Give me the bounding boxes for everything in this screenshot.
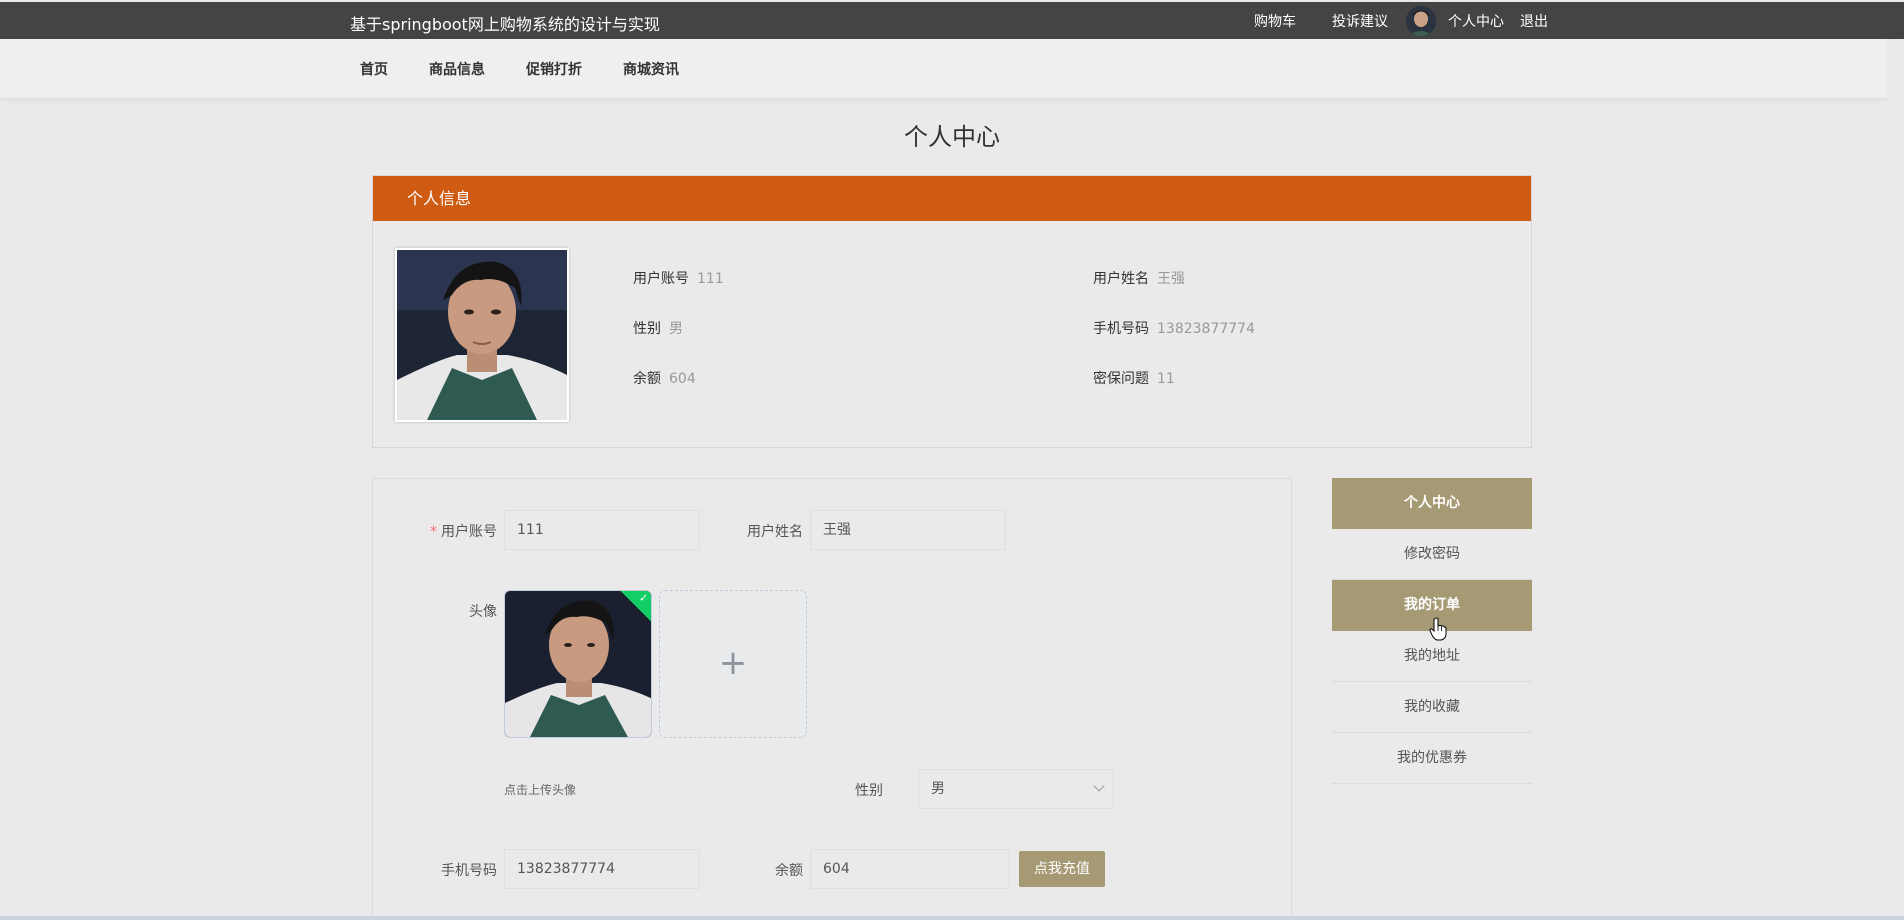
nav-item-home[interactable]: 首页	[360, 59, 388, 79]
uploaded-avatar-thumbnail[interactable]: ✓	[504, 590, 652, 738]
nav-item-promotions[interactable]: 促销打折	[526, 59, 582, 79]
info-account: 用户账号 111	[633, 271, 724, 287]
info-balance: 余额 604	[633, 371, 696, 387]
recharge-button[interactable]: 点我充值	[1019, 851, 1105, 887]
nav-item-news[interactable]: 商城资讯	[623, 59, 679, 79]
site-title: 基于springboot网上购物系统的设计与实现	[350, 15, 660, 34]
phone-input[interactable]: 13823877774	[504, 849, 700, 889]
info-card-heading: 个人信息	[373, 176, 1531, 221]
gender-field-label: 性别	[855, 783, 883, 799]
name-field-label: 用户姓名	[747, 524, 803, 540]
nav-item-products[interactable]: 商品信息	[429, 59, 485, 79]
main-nav: 首页 商品信息 促销打折 商城资讯	[0, 39, 1904, 99]
info-phone: 手机号码 13823877774	[1093, 321, 1255, 337]
avatar-upload-button[interactable]: +	[659, 590, 807, 738]
chevron-down-icon	[1093, 780, 1105, 792]
personal-info-card: 个人信息 用户账号 111 用户姓名 王强 性别男 手机号码 13823877774 …	[372, 175, 1532, 448]
account-field-label: * 用户账号	[430, 524, 497, 540]
info-name: 用户姓名 王强	[1093, 271, 1185, 287]
info-security-question: 密保问题 11	[1093, 371, 1175, 387]
window-bottom-edge	[0, 916, 1904, 920]
logout-link[interactable]: 退出	[1520, 11, 1548, 31]
profile-link[interactable]: 个人中心	[1448, 11, 1504, 31]
top-bar: 基于springboot网上购物系统的设计与实现 购物车 投诉建议 个人中心 退…	[0, 2, 1904, 39]
upload-tip: 点击上传头像	[504, 783, 577, 797]
name-input[interactable]: 王强	[810, 510, 1006, 550]
profile-photo	[395, 248, 569, 422]
user-avatar[interactable]	[1406, 5, 1436, 36]
side-item-profile[interactable]: 个人中心	[1332, 478, 1532, 529]
profile-edit-form: * 用户账号 111 用户姓名 王强 头像 ✓ + 点击上传头像 性别 男 手机号…	[372, 478, 1292, 920]
balance-input[interactable]: 604	[810, 849, 1010, 889]
side-item-change-password[interactable]: 修改密码	[1332, 529, 1532, 580]
cart-link[interactable]: 购物车	[1254, 11, 1296, 31]
required-marker: *	[430, 524, 437, 540]
side-item-my-favorites[interactable]: 我的收藏	[1332, 682, 1532, 733]
phone-field-label: 手机号码	[441, 863, 497, 879]
page-scrollbar[interactable]	[1887, 39, 1904, 920]
info-gender: 性别男	[633, 321, 683, 337]
feedback-link[interactable]: 投诉建议	[1332, 11, 1388, 31]
page-title: 个人中心	[904, 123, 1000, 151]
avatar-field-label: 头像	[469, 604, 497, 620]
hand-pointer-cursor-icon	[1429, 617, 1447, 641]
top-links: 购物车 投诉建议 个人中心 退出	[1218, 2, 1548, 39]
gender-select[interactable]: 男	[918, 769, 1114, 809]
balance-field-label: 余额	[775, 863, 803, 879]
side-item-my-coupons[interactable]: 我的优惠券	[1332, 733, 1532, 784]
account-input[interactable]: 111	[504, 510, 700, 550]
